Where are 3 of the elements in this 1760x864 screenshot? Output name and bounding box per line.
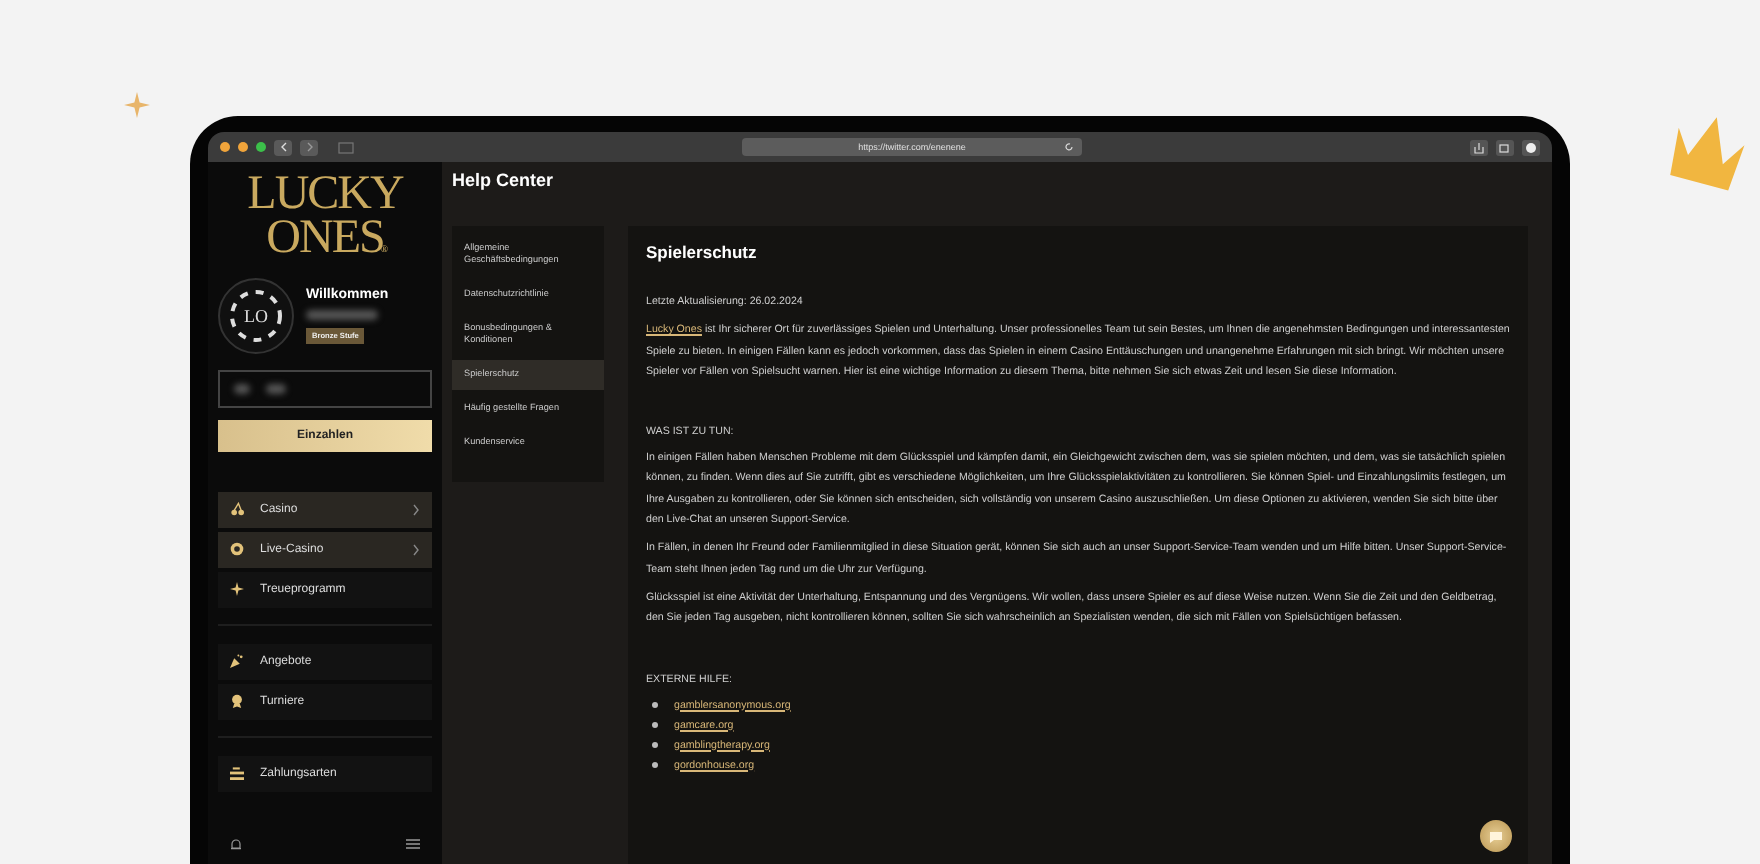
page-title: Help Center bbox=[452, 170, 556, 190]
avatar-chip: LO bbox=[218, 277, 294, 354]
article-title: Spielerschutz bbox=[646, 242, 759, 262]
